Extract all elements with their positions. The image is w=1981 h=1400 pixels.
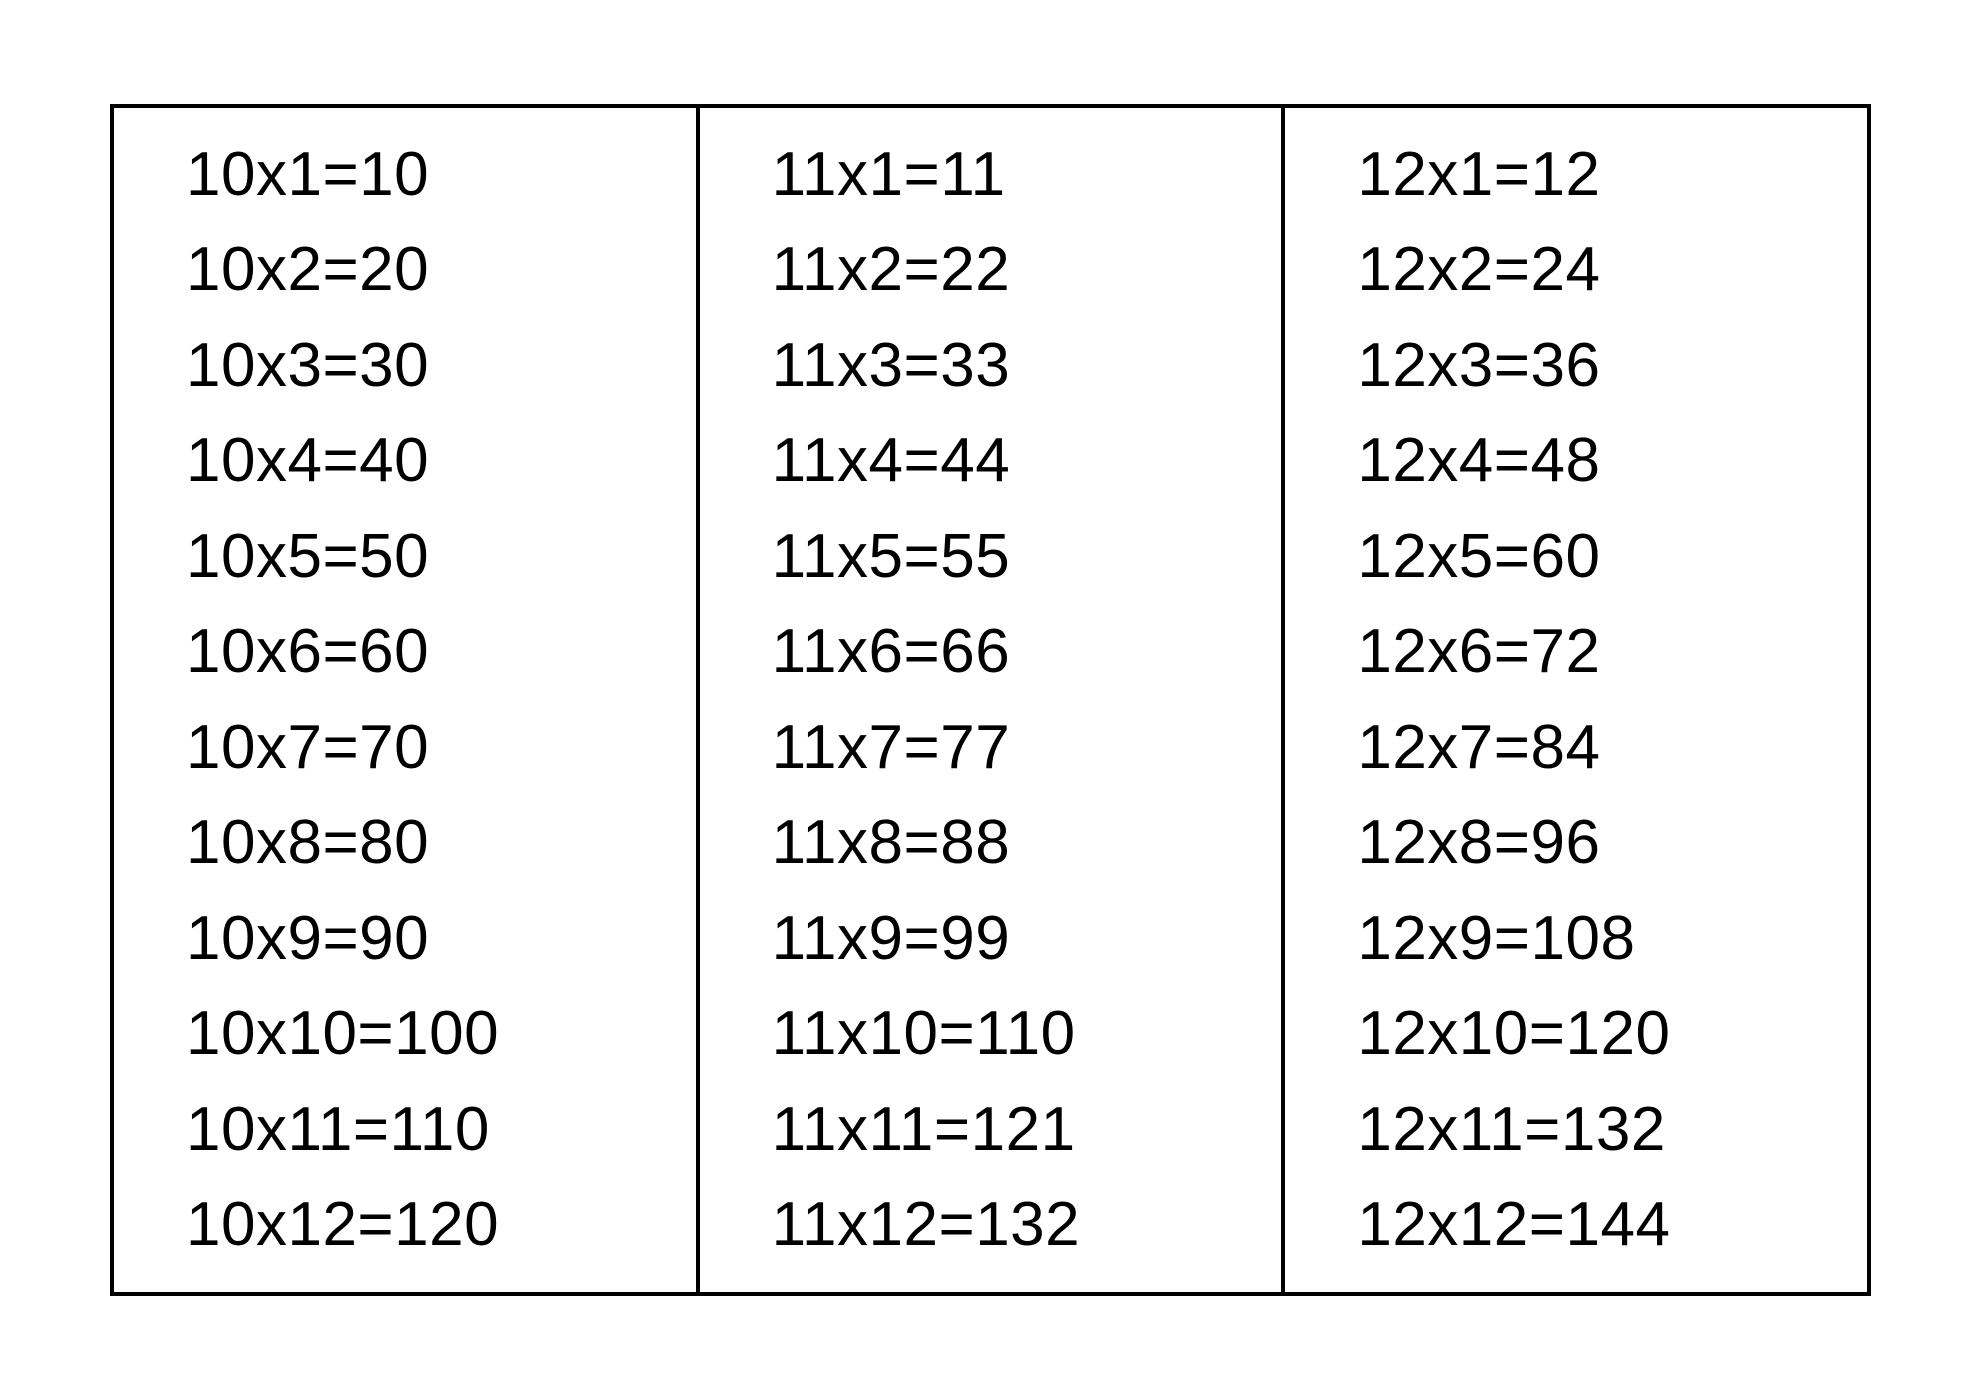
multiplication-row: 10x7=70 (186, 717, 672, 779)
multiplication-row: 12x3=36 (1357, 335, 1843, 397)
multiplication-row: 12x6=72 (1357, 621, 1843, 683)
multiplication-row: 11x12=132 (772, 1194, 1258, 1256)
multiplication-row: 10x12=120 (186, 1194, 672, 1256)
multiplication-row: 12x2=24 (1357, 239, 1843, 301)
multiplication-row: 11x1=11 (772, 144, 1258, 206)
multiplication-row: 11x3=33 (772, 335, 1258, 397)
multiplication-row: 12x10=120 (1357, 1003, 1843, 1065)
multiplication-row: 12x4=48 (1357, 430, 1843, 492)
multiplication-row: 12x11=132 (1357, 1099, 1843, 1161)
multiplication-row: 10x6=60 (186, 621, 672, 683)
multiplication-row: 10x2=20 (186, 239, 672, 301)
multiplication-row: 12x8=96 (1357, 812, 1843, 874)
multiplication-row: 11x6=66 (772, 621, 1258, 683)
multiplication-row: 11x8=88 (772, 812, 1258, 874)
multiplication-row: 10x4=40 (186, 430, 672, 492)
times-table-12-column: 12x1=12 12x2=24 12x3=36 12x4=48 12x5=60 … (1281, 108, 1867, 1292)
multiplication-row: 10x11=110 (186, 1099, 672, 1161)
multiplication-row: 10x8=80 (186, 812, 672, 874)
multiplication-row: 10x5=50 (186, 526, 672, 588)
multiplication-row: 12x1=12 (1357, 144, 1843, 206)
multiplication-row: 10x10=100 (186, 1003, 672, 1065)
multiplication-table-grid: 10x1=10 10x2=20 10x3=30 10x4=40 10x5=50 … (110, 104, 1871, 1296)
multiplication-row: 10x9=90 (186, 908, 672, 970)
multiplication-row: 11x10=110 (772, 1003, 1258, 1065)
multiplication-row: 12x7=84 (1357, 717, 1843, 779)
multiplication-row: 11x2=22 (772, 239, 1258, 301)
times-table-11-column: 11x1=11 11x2=22 11x3=33 11x4=44 11x5=55 … (696, 108, 1282, 1292)
multiplication-row: 11x7=77 (772, 717, 1258, 779)
multiplication-row: 11x11=121 (772, 1099, 1258, 1161)
multiplication-row: 11x9=99 (772, 908, 1258, 970)
page: 10x1=10 10x2=20 10x3=30 10x4=40 10x5=50 … (0, 0, 1981, 1400)
times-table-10-column: 10x1=10 10x2=20 10x3=30 10x4=40 10x5=50 … (114, 108, 696, 1292)
multiplication-row: 11x5=55 (772, 526, 1258, 588)
multiplication-row: 11x4=44 (772, 430, 1258, 492)
multiplication-row: 12x5=60 (1357, 526, 1843, 588)
multiplication-row: 10x1=10 (186, 144, 672, 206)
multiplication-row: 10x3=30 (186, 335, 672, 397)
multiplication-row: 12x9=108 (1357, 908, 1843, 970)
multiplication-row: 12x12=144 (1357, 1194, 1843, 1256)
